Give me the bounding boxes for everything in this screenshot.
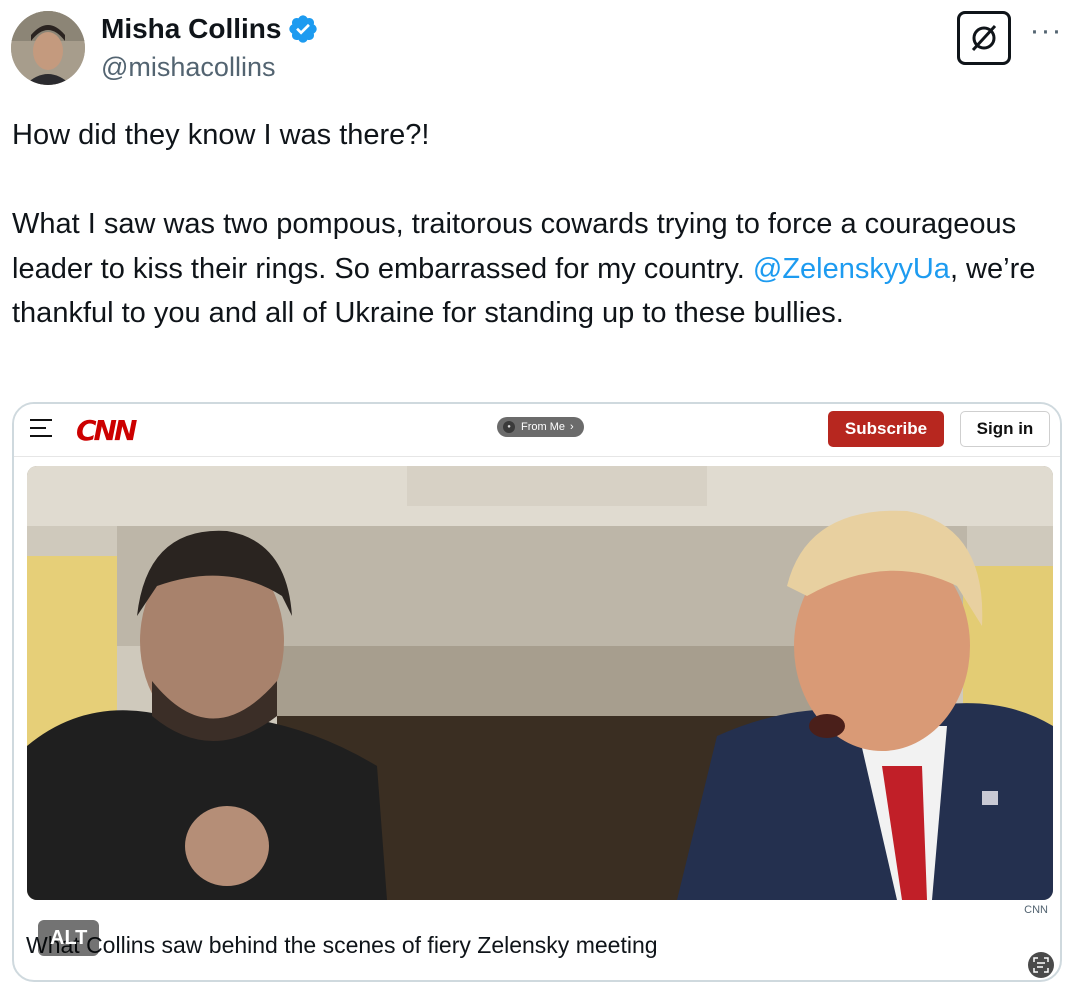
sign-in-button: Sign in <box>960 411 1050 447</box>
oval-office-photo <box>27 466 1053 900</box>
avatar-image <box>11 11 85 85</box>
link-card[interactable]: CNN ● From Me › Subscribe Sign in CNN Wh… <box>12 402 1062 982</box>
tweet-paragraph-2: What I saw was two pompous, traitorous c… <box>12 202 1062 336</box>
author-name[interactable]: Misha Collins <box>101 12 281 46</box>
verified-badge-icon <box>289 15 318 43</box>
avatar[interactable] <box>11 11 85 85</box>
card-photo[interactable] <box>27 466 1053 900</box>
cnn-header-bar: CNN ● From Me › Subscribe Sign in <box>14 404 1060 457</box>
more-button[interactable]: ··· <box>1028 16 1064 52</box>
subscribe-button: Subscribe <box>828 411 944 447</box>
image-text-button[interactable] <box>1028 952 1054 978</box>
from-me-label: From Me <box>521 421 565 433</box>
mention-link[interactable]: @ZelenskyyUa <box>753 253 950 285</box>
source-label: CNN <box>1024 904 1048 916</box>
alt-badge[interactable]: ALT <box>38 920 100 956</box>
tweet-card: Misha Collins @mishacollins ··· How did … <box>0 0 1080 989</box>
more-icon: ··· <box>1029 14 1063 47</box>
author-name-row[interactable]: Misha Collins <box>101 12 319 46</box>
grok-icon <box>971 24 997 52</box>
chevron-right-icon: › <box>570 421 574 433</box>
cnn-logo: CNN <box>76 414 137 447</box>
scan-text-icon <box>1033 957 1049 973</box>
play-dot-icon: ● <box>503 421 515 433</box>
author-handle[interactable]: @mishacollins <box>101 50 275 84</box>
from-me-pill: ● From Me › <box>497 417 584 437</box>
card-title[interactable]: What Collins saw behind the scenes of fi… <box>26 930 658 960</box>
grok-button[interactable] <box>957 11 1011 65</box>
tweet-line-1: How did they know I was there?! <box>12 119 430 151</box>
hamburger-menu-icon <box>30 419 52 439</box>
tweet-text: How did they know I was there?! What I s… <box>12 113 1062 336</box>
